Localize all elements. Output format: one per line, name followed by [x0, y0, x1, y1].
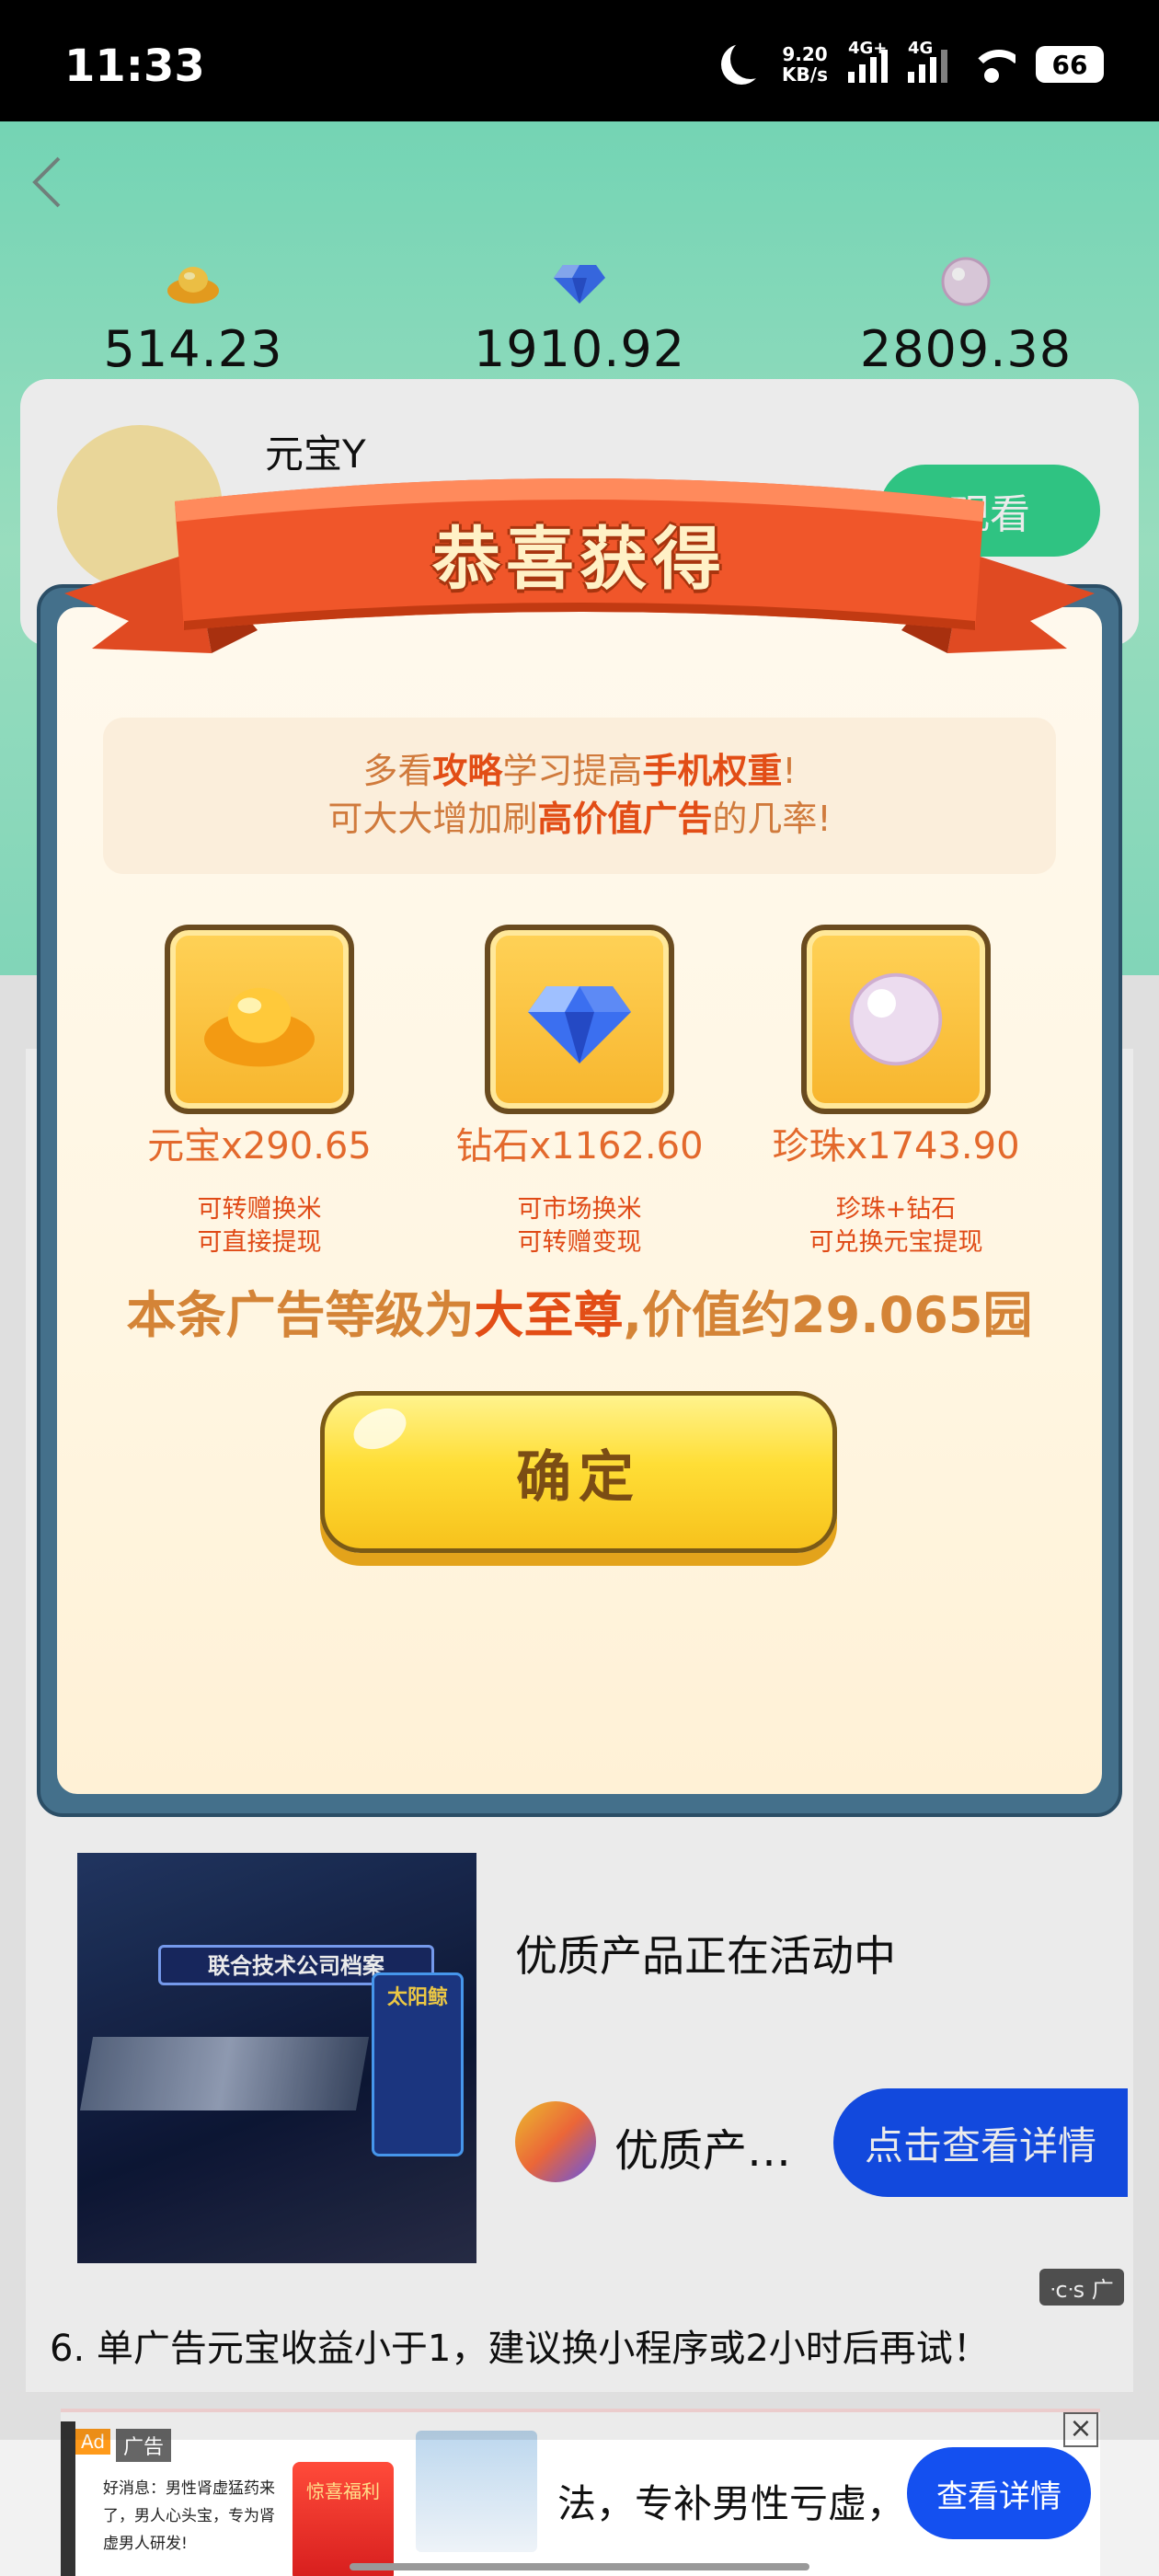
reward-amount: 钻石x1162.60: [455, 1125, 704, 1167]
banner-red-label: 惊喜福利: [306, 2480, 380, 2502]
grade-level: 大至尊: [474, 1286, 624, 1344]
reward-amount: 元宝x290.65: [147, 1125, 372, 1167]
tip-text: 可大大增加刷: [327, 799, 538, 839]
confirm-label: 确定: [516, 1444, 641, 1510]
reward-diamond: 钻石x1162.60 可市场换米 可转赠变现: [442, 925, 717, 1259]
network-speed-value: 9.20: [782, 43, 828, 65]
tip-text: 的几率!: [712, 799, 832, 839]
banner-details-button[interactable]: 查看详情: [907, 2447, 1091, 2539]
reward-tile: [801, 925, 991, 1114]
confirm-button[interactable]: 确定: [320, 1391, 837, 1553]
do-not-disturb-icon: [730, 39, 771, 79]
tip-highlight: 手机权重: [642, 751, 783, 791]
reward-desc-line: 可转赠变现: [517, 1228, 642, 1257]
reward-amount: 珍珠x1743.90: [772, 1125, 1020, 1167]
clock: 11:33: [64, 40, 205, 92]
reward-tile: [485, 925, 674, 1114]
banner-red-envelope: 惊喜福利: [293, 2462, 394, 2576]
sim1-label: 4G+: [848, 39, 888, 58]
status-bar: 11:33 9.20 KB/s 4G+ 4G 66: [0, 0, 1159, 121]
diamond-icon: [528, 986, 631, 1064]
status-icons: 9.20 KB/s 4G+ 4G 66: [721, 37, 1104, 92]
network-speed-unit: KB/s: [782, 63, 828, 86]
dialog-title: 恭喜获得: [432, 520, 727, 599]
network-speed: 9.20 KB/s: [782, 44, 828, 85]
reward-desc: 可市场换米 可转赠变现: [442, 1193, 717, 1259]
signal-sim1-icon: 4G+: [848, 39, 888, 83]
reward-pearl: 珍珠x1743.90 珍珠+钻石 可兑换元宝提现: [758, 925, 1034, 1259]
reward-desc-line: 可直接提现: [197, 1228, 322, 1257]
pearl-icon: [849, 972, 943, 1066]
banner-photo: [416, 2431, 537, 2552]
home-indicator[interactable]: [350, 2563, 809, 2570]
tip-text: 学习提高: [502, 751, 643, 791]
reward-desc-line: 可市场换米: [517, 1195, 642, 1224]
reward-tile: [165, 925, 354, 1114]
signal-sim2-icon: 4G: [908, 39, 947, 83]
reward-desc-line: 可兑换元宝提现: [809, 1228, 983, 1257]
reward-desc: 可转赠换米 可直接提现: [121, 1193, 397, 1259]
tip-text: 多看: [362, 751, 433, 791]
grade-suffix: ,价值约29.065园: [623, 1286, 1033, 1344]
reward-desc-line: 珍珠+钻石: [835, 1195, 957, 1224]
reward-desc: 珍珠+钻石 可兑换元宝提现: [758, 1193, 1034, 1259]
sim2-label: 4G: [908, 39, 934, 58]
banner-left-panel: Ad 广告 好消息：男性肾虚猛药来了，男人心头宝，专为肾虚男人研发! 惊喜福利: [61, 2421, 394, 2576]
tip-line-2: 可大大增加刷高价值广告的几率!: [103, 795, 1056, 843]
battery-icon: 66: [1036, 46, 1104, 83]
tip-line-1: 多看攻略学习提高手机权重!: [103, 747, 1056, 795]
tip-highlight: 高价值广告: [537, 799, 713, 839]
reward-gold: 元宝x290.65 可转赠换米 可直接提现: [121, 925, 397, 1259]
reward-desc-line: 可转赠换米: [197, 1195, 322, 1224]
wifi-icon: [968, 46, 1016, 83]
gold-ingot-icon: [204, 987, 315, 1067]
banner-left-text: 好消息：男性肾虚猛药来了，男人心头宝，专为肾虚男人研发!: [103, 2479, 275, 2553]
tip-highlight: 攻略: [432, 751, 503, 791]
banner-copy: 法，专补男性亏虚，: [557, 2481, 906, 2526]
tip-text: !: [782, 751, 797, 791]
ad-grade-text: 本条广告等级为大至尊,价值约29.065园: [57, 1274, 1102, 1347]
grade-prefix: 本条广告等级为: [126, 1286, 475, 1344]
tip-box: 多看攻略学习提高手机权重! 可大大增加刷高价值广告的几率!: [103, 718, 1056, 874]
